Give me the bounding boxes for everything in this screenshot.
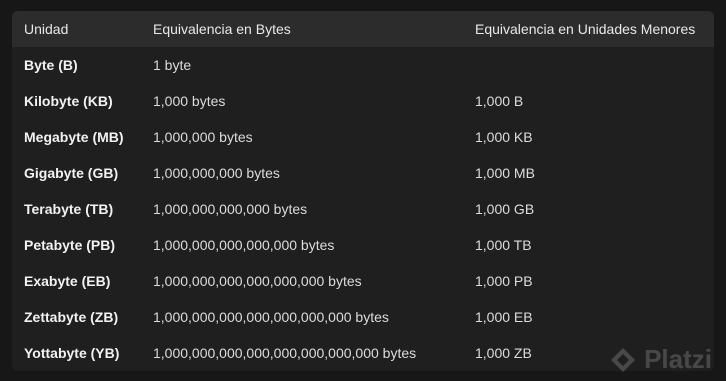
cell-bytes: 1,000,000,000,000,000,000,000 bytes — [153, 309, 389, 325]
cell-smaller-units: 1,000 PB — [475, 273, 533, 289]
units-table-container: Unidad Equivalencia en Bytes Equivalenci… — [12, 11, 714, 371]
cell-smaller-units: 1,000 GB — [475, 201, 535, 217]
table-row: Exabyte (EB) 1,000,000,000,000,000,000 b… — [12, 263, 714, 299]
cell-unit: Byte (B) — [24, 57, 78, 73]
table-row: Zettabyte (ZB) 1,000,000,000,000,000,000… — [12, 299, 714, 335]
cell-unit: Megabyte (MB) — [24, 129, 124, 145]
cell-bytes: 1,000,000,000,000,000,000 bytes — [153, 273, 362, 289]
table-row: Megabyte (MB) 1,000,000 bytes 1,000 KB — [12, 119, 714, 155]
cell-bytes: 1,000 bytes — [153, 93, 226, 109]
cell-bytes: 1,000,000,000 bytes — [153, 165, 280, 181]
column-header-equivalencia-unidades-menores: Equivalencia en Unidades Menores — [475, 21, 696, 37]
cell-bytes: 1,000,000,000,000,000 bytes — [153, 237, 335, 253]
cell-bytes: 1 byte — [153, 57, 192, 73]
cell-bytes: 1,000,000,000,000,000,000,000,000 bytes — [153, 345, 417, 361]
table-row: Petabyte (PB) 1,000,000,000,000,000 byte… — [12, 227, 714, 263]
cell-smaller-units: 1,000 B — [475, 93, 524, 109]
cell-unit: Yottabyte (YB) — [24, 345, 120, 361]
units-table: Unidad Equivalencia en Bytes Equivalenci… — [12, 11, 714, 371]
column-header-unidad: Unidad — [24, 21, 69, 37]
cell-unit: Exabyte (EB) — [24, 273, 111, 289]
cell-bytes: 1,000,000 bytes — [153, 129, 253, 145]
cell-smaller-units: 1,000 KB — [475, 129, 533, 145]
cell-smaller-units — [463, 47, 714, 83]
cell-unit: Kilobyte (KB) — [24, 93, 113, 109]
cell-unit: Petabyte (PB) — [24, 237, 116, 253]
cell-smaller-units: 1,000 EB — [475, 309, 533, 325]
column-header-equivalencia-bytes: Equivalencia en Bytes — [153, 21, 291, 37]
cell-unit: Gigabyte (GB) — [24, 165, 119, 181]
table-row: Kilobyte (KB) 1,000 bytes 1,000 B — [12, 83, 714, 119]
screenshot-frame: Unidad Equivalencia en Bytes Equivalenci… — [0, 0, 726, 381]
table-header-row: Unidad Equivalencia en Bytes Equivalenci… — [12, 11, 714, 47]
cell-unit: Zettabyte (ZB) — [24, 309, 119, 325]
table-row: Byte (B) 1 byte — [12, 47, 714, 83]
cell-unit: Terabyte (TB) — [24, 201, 114, 217]
table-row: Gigabyte (GB) 1,000,000,000 bytes 1,000 … — [12, 155, 714, 191]
table-row: Terabyte (TB) 1,000,000,000,000 bytes 1,… — [12, 191, 714, 227]
cell-bytes: 1,000,000,000,000 bytes — [153, 201, 308, 217]
cell-smaller-units: 1,000 TB — [475, 237, 532, 253]
cell-smaller-units: 1,000 MB — [475, 165, 535, 181]
cell-smaller-units: 1,000 ZB — [475, 345, 532, 361]
table-row: Yottabyte (YB) 1,000,000,000,000,000,000… — [12, 335, 714, 371]
